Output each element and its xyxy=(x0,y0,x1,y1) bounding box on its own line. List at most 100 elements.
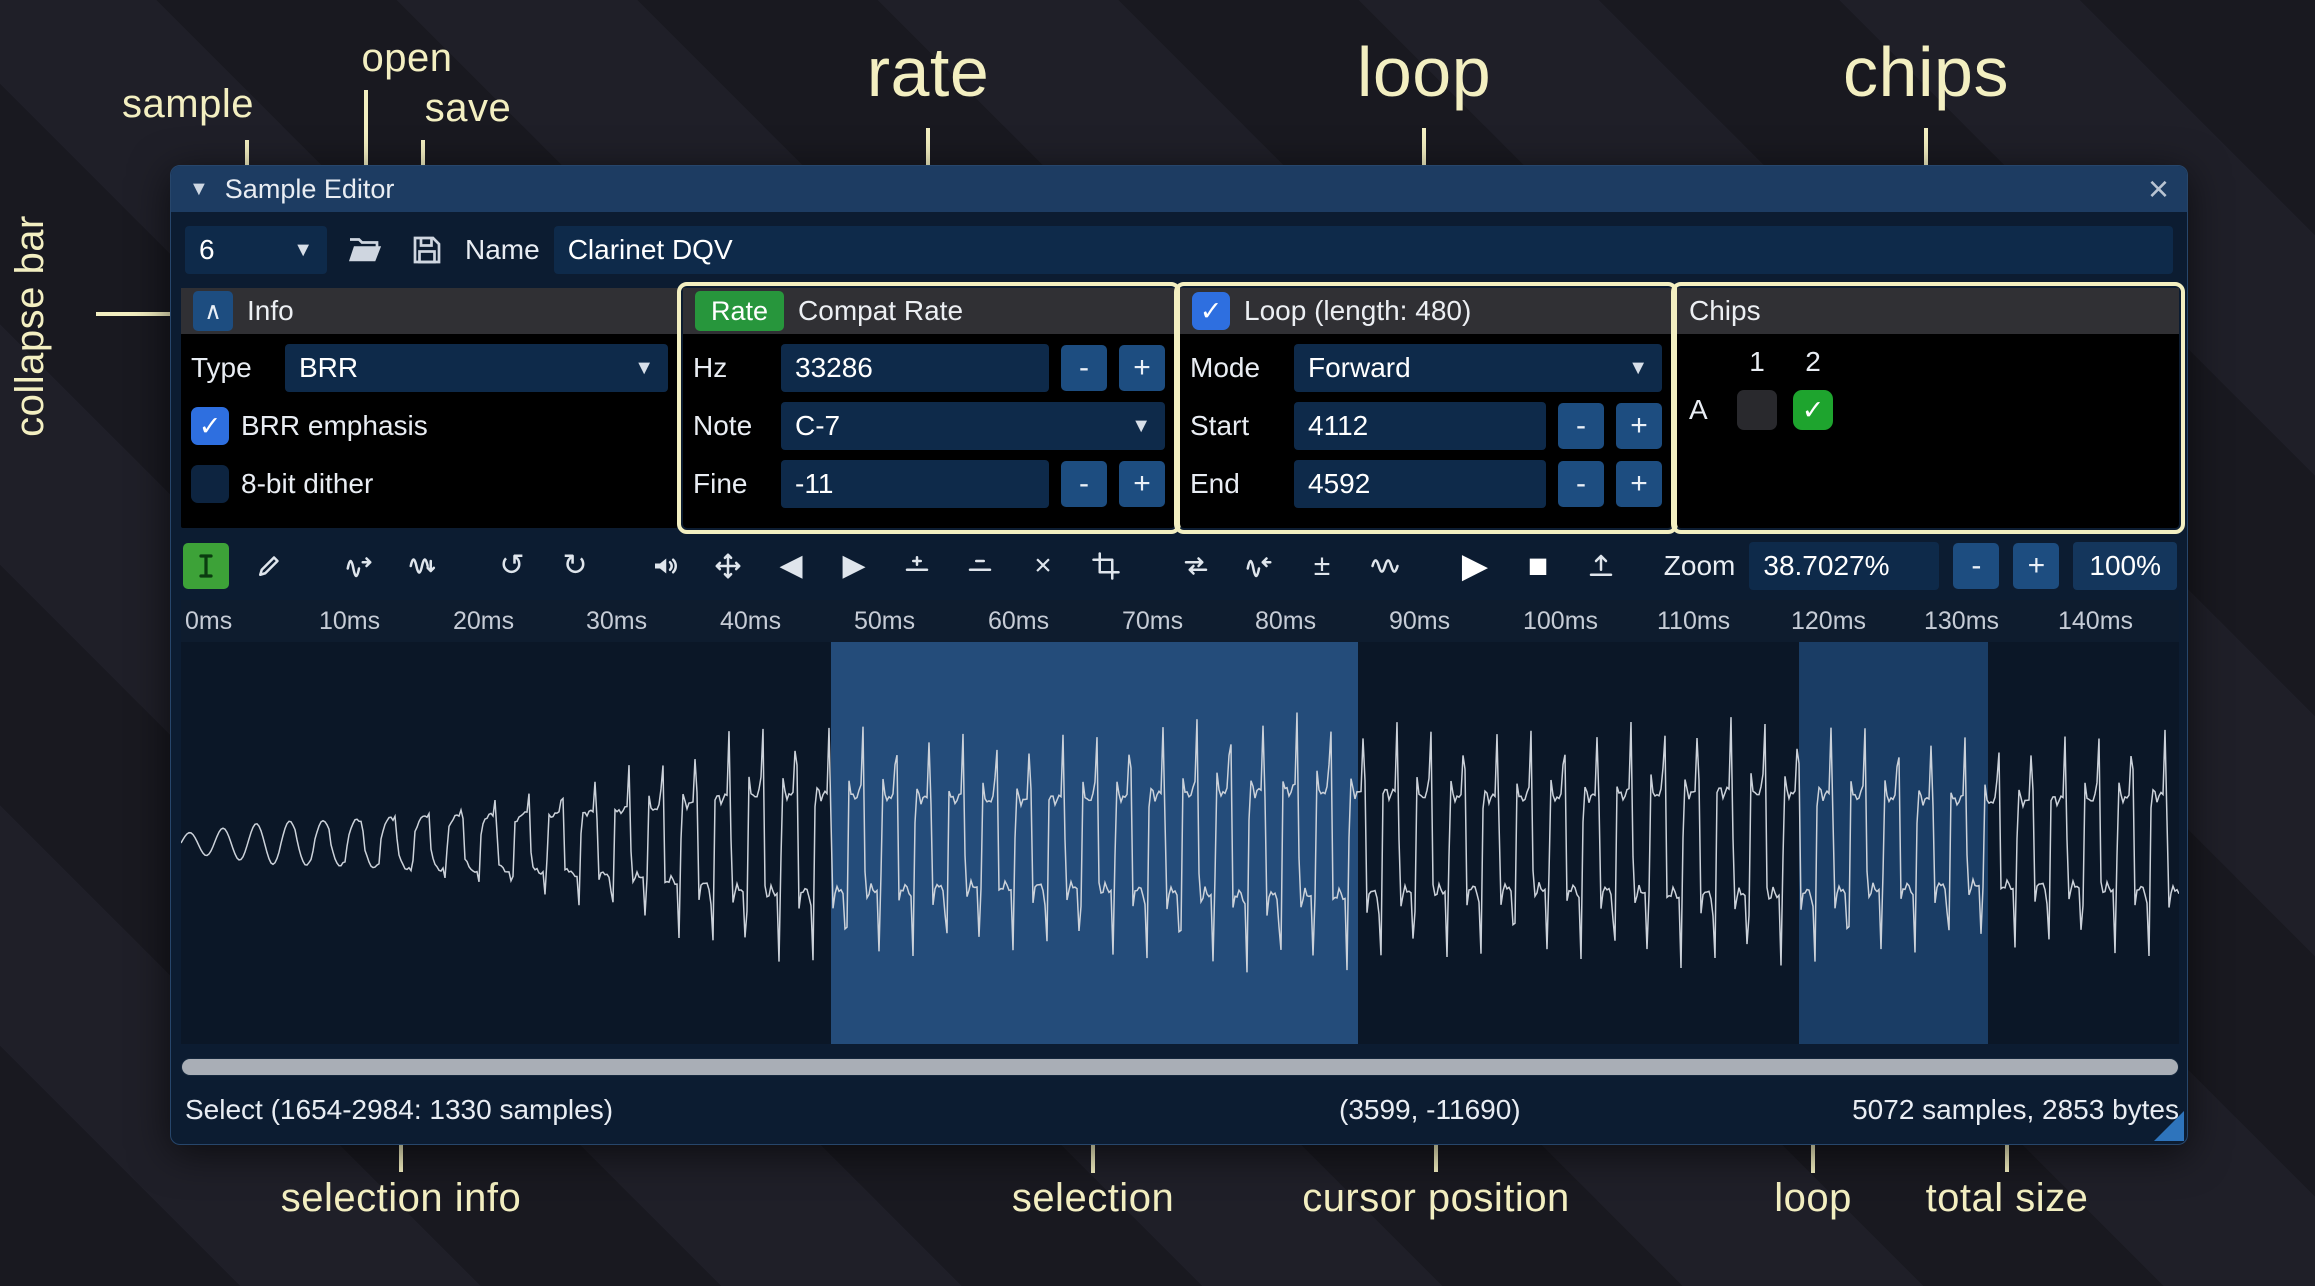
close-button[interactable]: × xyxy=(2148,171,2169,207)
loop-start-plus-button[interactable]: + xyxy=(1616,403,1662,449)
loop-region[interactable] xyxy=(1799,642,1988,1044)
ruler-label: 140ms xyxy=(2058,607,2133,636)
arrows-expand-icon xyxy=(713,551,743,581)
window-title: Sample Editor xyxy=(225,174,395,205)
ruler-label: 120ms xyxy=(1791,607,1866,636)
dither-checkbox[interactable] xyxy=(191,465,229,503)
resize-button[interactable] xyxy=(336,543,382,589)
collapse-button[interactable]: ∧ xyxy=(193,291,233,331)
trim-button[interactable] xyxy=(1083,543,1129,589)
loop-start-minus-button[interactable]: - xyxy=(1558,403,1604,449)
stop-button[interactable]: ■ xyxy=(1515,543,1561,589)
scrollbar-thumb[interactable] xyxy=(182,1059,2178,1075)
delete-icon: × xyxy=(1034,551,1052,581)
annotation-sample: sample xyxy=(108,82,268,126)
ruler-label: 10ms xyxy=(319,607,380,636)
resize-grip[interactable] xyxy=(2154,1111,2184,1141)
draw-tool-button[interactable] xyxy=(246,543,292,589)
fade-in-button[interactable]: ◀ xyxy=(768,543,814,589)
loop-checkbox[interactable]: ✓ xyxy=(1192,292,1230,330)
amplify-button[interactable] xyxy=(642,543,688,589)
sample-selector[interactable]: 6 ▼ xyxy=(185,226,327,274)
loop-end-label: End xyxy=(1190,468,1282,500)
flip-button[interactable] xyxy=(1173,543,1219,589)
loop-end-minus-button[interactable]: - xyxy=(1558,461,1604,507)
name-input[interactable] xyxy=(554,226,2173,274)
info-panel: ∧ Info Type BRR ▼ ✓ BRR emphasis xyxy=(181,288,678,528)
note-label: Note xyxy=(693,410,769,442)
chip-1-checkbox[interactable] xyxy=(1737,390,1777,430)
select-tool-button[interactable] xyxy=(183,543,229,589)
apply-silence-button[interactable] xyxy=(957,543,1003,589)
upload-button[interactable] xyxy=(1578,543,1624,589)
fine-label: Fine xyxy=(693,468,769,500)
hz-label: Hz xyxy=(693,352,769,384)
info-panel-header: ∧ Info xyxy=(181,288,678,334)
reverse-button[interactable] xyxy=(1236,543,1282,589)
check-icon: ✓ xyxy=(1200,296,1223,327)
redo-icon: ↻ xyxy=(562,551,587,581)
zoom-reset-button[interactable]: 100% xyxy=(2073,542,2177,590)
loop-panel-header: ✓ Loop (length: 480) xyxy=(1180,288,1672,334)
resize-wave-icon xyxy=(344,551,374,581)
ruler-label: 60ms xyxy=(988,607,1049,636)
open-button[interactable] xyxy=(341,226,389,274)
waveform-scrollbar[interactable] xyxy=(181,1058,2179,1076)
loop-start-label: Start xyxy=(1190,410,1282,442)
loop-end-field[interactable]: 4592 xyxy=(1294,460,1546,508)
crop-icon xyxy=(1091,551,1121,581)
apply-silence-icon xyxy=(965,551,995,581)
resample-button[interactable] xyxy=(399,543,445,589)
fine-field[interactable]: -11 xyxy=(781,460,1049,508)
dither-label: 8-bit dither xyxy=(241,468,373,500)
annotation-save: save xyxy=(388,86,548,130)
chevron-down-icon: ▼ xyxy=(1131,415,1151,438)
chevron-up-icon: ∧ xyxy=(204,297,222,326)
filter-button[interactable] xyxy=(1362,543,1408,589)
zoom-minus-button[interactable]: - xyxy=(1953,543,1999,589)
window-collapse-icon[interactable]: ▼ xyxy=(189,178,209,201)
rate-button[interactable]: Rate xyxy=(695,291,784,331)
swap-icon xyxy=(1181,551,1211,581)
title-bar[interactable]: ▼ Sample Editor × xyxy=(171,166,2187,212)
waveform-display[interactable] xyxy=(181,642,2179,1044)
chips-header-label: Chips xyxy=(1689,295,1761,327)
loop-panel: ✓ Loop (length: 480) Mode Forward ▼ Star… xyxy=(1180,288,1672,528)
mode-dropdown[interactable]: Forward ▼ xyxy=(1294,344,1662,392)
rate-panel-header: Rate Compat Rate xyxy=(683,288,1175,334)
fine-plus-button[interactable]: + xyxy=(1119,461,1165,507)
fine-minus-button[interactable]: - xyxy=(1061,461,1107,507)
stop-icon: ■ xyxy=(1528,549,1549,583)
zoom-value-field[interactable] xyxy=(1749,542,1939,590)
brr-emphasis-checkbox[interactable]: ✓ xyxy=(191,407,229,445)
resample-wave-icon xyxy=(407,551,437,581)
triangle-left-icon: ◀ xyxy=(779,551,802,581)
hz-minus-button[interactable]: - xyxy=(1061,345,1107,391)
redo-button[interactable]: ↻ xyxy=(552,543,598,589)
preview-play-button[interactable]: ▶ xyxy=(1452,543,1498,589)
selection-region[interactable] xyxy=(831,642,1358,1044)
undo-button[interactable]: ↺ xyxy=(489,543,535,589)
hz-plus-button[interactable]: + xyxy=(1119,345,1165,391)
save-button[interactable] xyxy=(403,226,451,274)
delete-button[interactable]: × xyxy=(1020,543,1066,589)
rate-panel: Rate Compat Rate Hz 33286 - + Note C-7 xyxy=(683,288,1175,528)
hz-field[interactable]: 33286 xyxy=(781,344,1049,392)
ruler-label: 0ms xyxy=(185,607,232,636)
fade-out-button[interactable]: ▶ xyxy=(831,543,877,589)
note-dropdown[interactable]: C-7 ▼ xyxy=(781,402,1165,450)
mode-value: Forward xyxy=(1308,352,1411,384)
loop-end-plus-button[interactable]: + xyxy=(1616,461,1662,507)
loop-start-value: 4112 xyxy=(1308,410,1368,442)
annotation-chips: chips xyxy=(1776,34,2076,111)
type-dropdown[interactable]: BRR ▼ xyxy=(285,344,668,392)
chevron-down-icon: ▼ xyxy=(634,357,654,380)
loop-start-field[interactable]: 4112 xyxy=(1294,402,1546,450)
insert-silence-button[interactable] xyxy=(894,543,940,589)
ruler-label: 80ms xyxy=(1255,607,1316,636)
rate-header-label: Compat Rate xyxy=(798,295,963,327)
chip-2-checkbox[interactable]: ✓ xyxy=(1793,390,1833,430)
zoom-plus-button[interactable]: + xyxy=(2013,543,2059,589)
normalize-button[interactable] xyxy=(705,543,751,589)
invert-button[interactable]: ± xyxy=(1299,543,1345,589)
